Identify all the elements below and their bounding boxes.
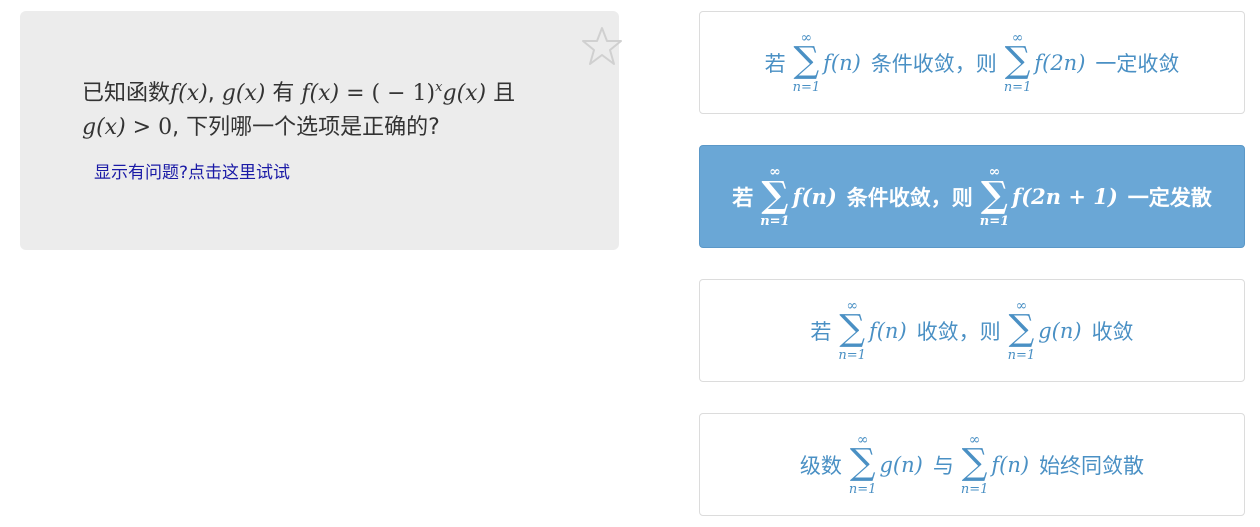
sum-symbol: ∞ ∑ n=1	[792, 30, 821, 95]
option-b-pre: 若	[732, 185, 754, 210]
question-card: 已知函数f(x), g(x) 有 f(x) = ( − 1)xg(x) 且 g(…	[20, 11, 622, 250]
option-a-post: 一定收敛	[1095, 51, 1180, 76]
question-text: 已知函数f(x), g(x) 有 f(x) = ( − 1)xg(x) 且 g(…	[82, 80, 516, 140]
star-icon[interactable]	[581, 25, 623, 67]
option-b-expr2: f(2n + 1)	[1012, 184, 1118, 209]
option-b[interactable]: 若 ∞ ∑ n=1 f(n) 条件收敛，则 ∞ ∑ n=1 f(2n + 1) 一定发散	[699, 145, 1245, 248]
option-b-expr1: f(n)	[792, 184, 837, 209]
sum-symbol: ∞ ∑ n=1	[760, 164, 790, 229]
option-a-mid: 条件收敛，则	[870, 51, 997, 76]
option-d[interactable]: 级数 ∞ ∑ n=1 g(n) 与 ∞ ∑ n=1 f(n) 始终同敛散	[699, 413, 1245, 516]
option-c-mid: 收敛，则	[916, 319, 1001, 344]
sum-symbol: ∞ ∑ n=1	[960, 432, 989, 497]
sum-symbol: ∞ ∑ n=1	[1003, 30, 1032, 95]
help-link[interactable]: 显示有问题?点击这里试试	[94, 158, 290, 183]
option-d-post: 始终同敛散	[1039, 453, 1145, 478]
option-d-expr1: g(n)	[879, 452, 923, 477]
sum-symbol: ∞ ∑ n=1	[848, 432, 877, 497]
option-b-post: 一定发散	[1127, 185, 1212, 210]
option-c-expr1: f(n)	[868, 318, 907, 343]
option-a[interactable]: 若 ∞ ∑ n=1 f(n) 条件收敛，则 ∞ ∑ n=1 f(2n) 一定收敛	[699, 11, 1245, 114]
option-d-mid: 与	[932, 453, 954, 478]
option-c-post: 收敛	[1091, 319, 1134, 344]
sum-symbol: ∞ ∑ n=1	[979, 164, 1010, 229]
option-d-expr2: f(n)	[991, 452, 1030, 477]
sum-symbol: ∞ ∑ n=1	[838, 298, 866, 363]
option-b-mid: 条件收敛，则	[846, 185, 973, 210]
option-c-pre: 若	[810, 319, 832, 344]
option-a-pre: 若	[764, 51, 786, 76]
sum-symbol: ∞ ∑ n=1	[1007, 298, 1036, 363]
option-a-expr2: f(2n)	[1034, 50, 1086, 75]
option-c[interactable]: 若 ∞ ∑ n=1 f(n) 收敛，则 ∞ ∑ n=1 g(n) 收敛	[699, 279, 1245, 382]
option-d-pre: 级数	[799, 453, 842, 478]
option-a-expr1: f(n)	[823, 50, 861, 75]
option-c-expr2: g(n)	[1038, 318, 1082, 343]
